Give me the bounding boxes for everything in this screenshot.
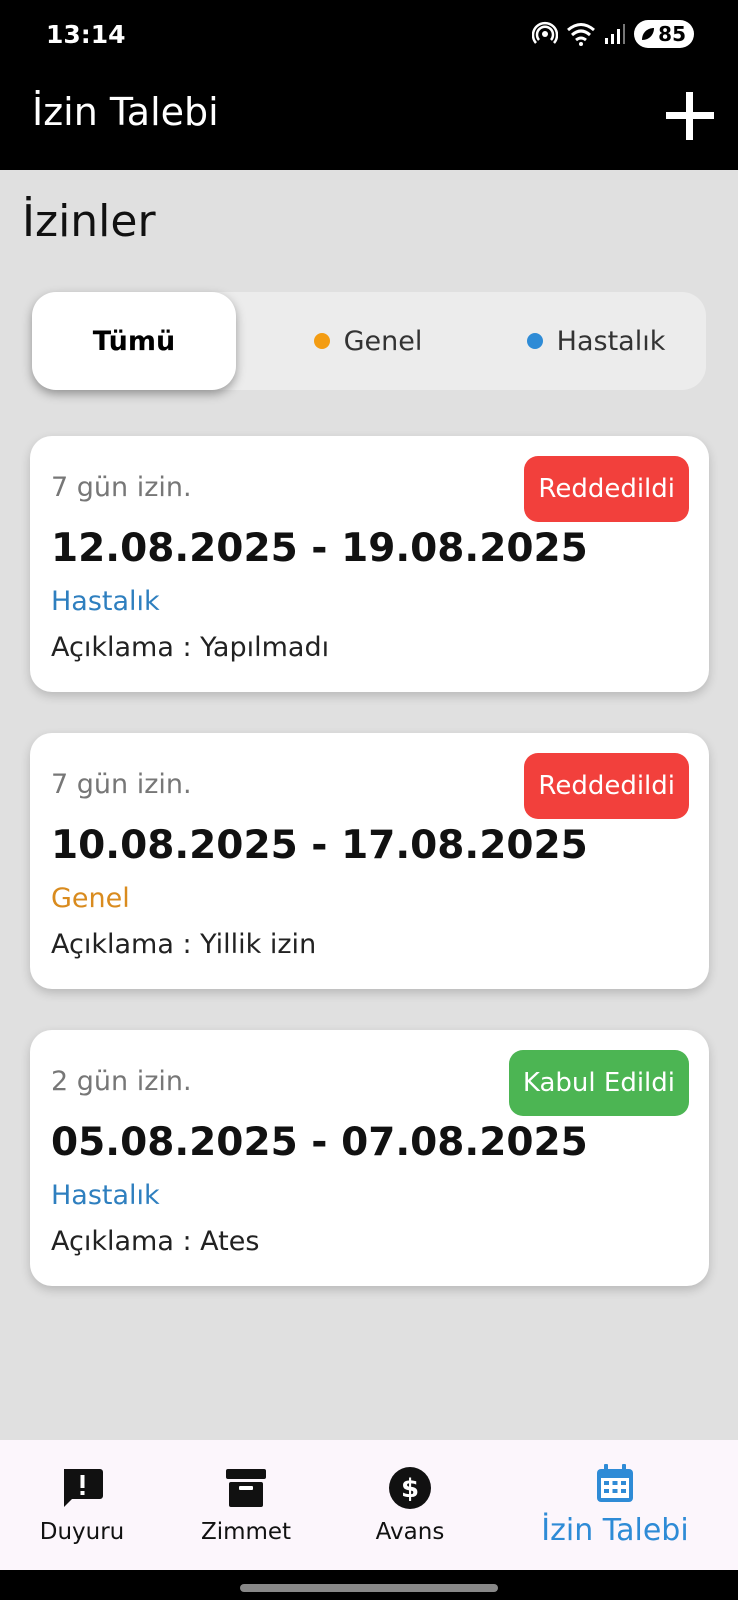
leaf-icon [642, 28, 655, 40]
add-button[interactable] [660, 86, 720, 146]
filter-sickness-label: Hastalık [556, 325, 666, 357]
battery-indicator: 85 [634, 20, 694, 48]
plus-icon [666, 92, 714, 140]
leave-days: 7 gün izin. [51, 769, 192, 800]
nav-item-announcements[interactable]: Duyuru [0, 1440, 164, 1570]
sickness-dot-icon [526, 333, 543, 349]
status-icons: 85 [532, 20, 694, 48]
nav-item-assets[interactable]: Zimmet [164, 1440, 328, 1570]
general-dot-icon [313, 333, 330, 349]
calendar-icon [597, 1463, 633, 1502]
signal-icon [605, 24, 626, 44]
leave-card[interactable]: 2 gün izin. Kabul Edildi 05.08.2025 - 07… [30, 1030, 709, 1286]
nav-label-announcements: Duyuru [39, 1519, 125, 1545]
leave-dates: 12.08.2025 - 19.08.2025 [51, 526, 588, 571]
leave-dates: 10.08.2025 - 17.08.2025 [51, 823, 588, 868]
leave-card[interactable]: 7 gün izin. Reddedildi 12.08.2025 - 19.0… [30, 436, 709, 692]
filter-general[interactable]: Genel [258, 292, 478, 390]
wifi-icon [567, 23, 596, 46]
announcement-icon [64, 1469, 103, 1507]
app-title: İzin Talebi [32, 90, 219, 134]
leave-days: 2 gün izin. [51, 1066, 192, 1097]
leave-description: Açıklama : Yapılmadı [51, 632, 330, 663]
battery-level: 85 [658, 22, 686, 46]
archive-icon [226, 1469, 266, 1507]
status-time: 13:14 [46, 20, 126, 49]
leave-type: Hastalık [51, 586, 160, 617]
filter-general-label: Genel [343, 325, 423, 357]
nav-item-advance[interactable]: $ Avans [328, 1440, 492, 1570]
leave-dates: 05.08.2025 - 07.08.2025 [51, 1120, 588, 1165]
leave-card[interactable]: 7 gün izin. Reddedildi 10.08.2025 - 17.0… [30, 733, 709, 989]
status-badge: Kabul Edildi [508, 1050, 689, 1116]
leave-type: Genel [51, 883, 130, 914]
nav-label-assets: Zimmet [200, 1519, 292, 1545]
filter-sickness[interactable]: Hastalık [486, 292, 706, 390]
nav-label-leave-request: İzin Talebi [541, 1512, 689, 1548]
app-bar: İzin Talebi [0, 70, 738, 170]
filter-all[interactable]: Tümü [32, 292, 236, 390]
nav-label-advance: Avans [375, 1519, 445, 1545]
filter-segment: Tümü Genel Hastalık [32, 292, 706, 390]
dollar-icon: $ [389, 1467, 431, 1509]
status-badge: Reddedildi [524, 753, 689, 819]
leave-description: Açıklama : Yillik izin [51, 929, 317, 960]
page-title: İzinler [22, 196, 156, 247]
hotspot-icon [532, 21, 559, 44]
nav-item-leave-request[interactable]: İzin Talebi [530, 1440, 700, 1570]
leave-description: Açıklama : Ates [51, 1226, 260, 1257]
svg-text:$: $ [401, 1474, 419, 1504]
bottom-nav: Duyuru Zimmet $ Avans İzin Talebi [0, 1440, 738, 1570]
status-bar: 13:14 85 [0, 0, 738, 70]
home-indicator[interactable] [240, 1584, 498, 1592]
leave-days: 7 gün izin. [51, 472, 192, 503]
leave-type: Hastalık [51, 1180, 160, 1211]
status-badge: Reddedildi [524, 456, 689, 522]
filter-all-label: Tümü [92, 325, 176, 357]
